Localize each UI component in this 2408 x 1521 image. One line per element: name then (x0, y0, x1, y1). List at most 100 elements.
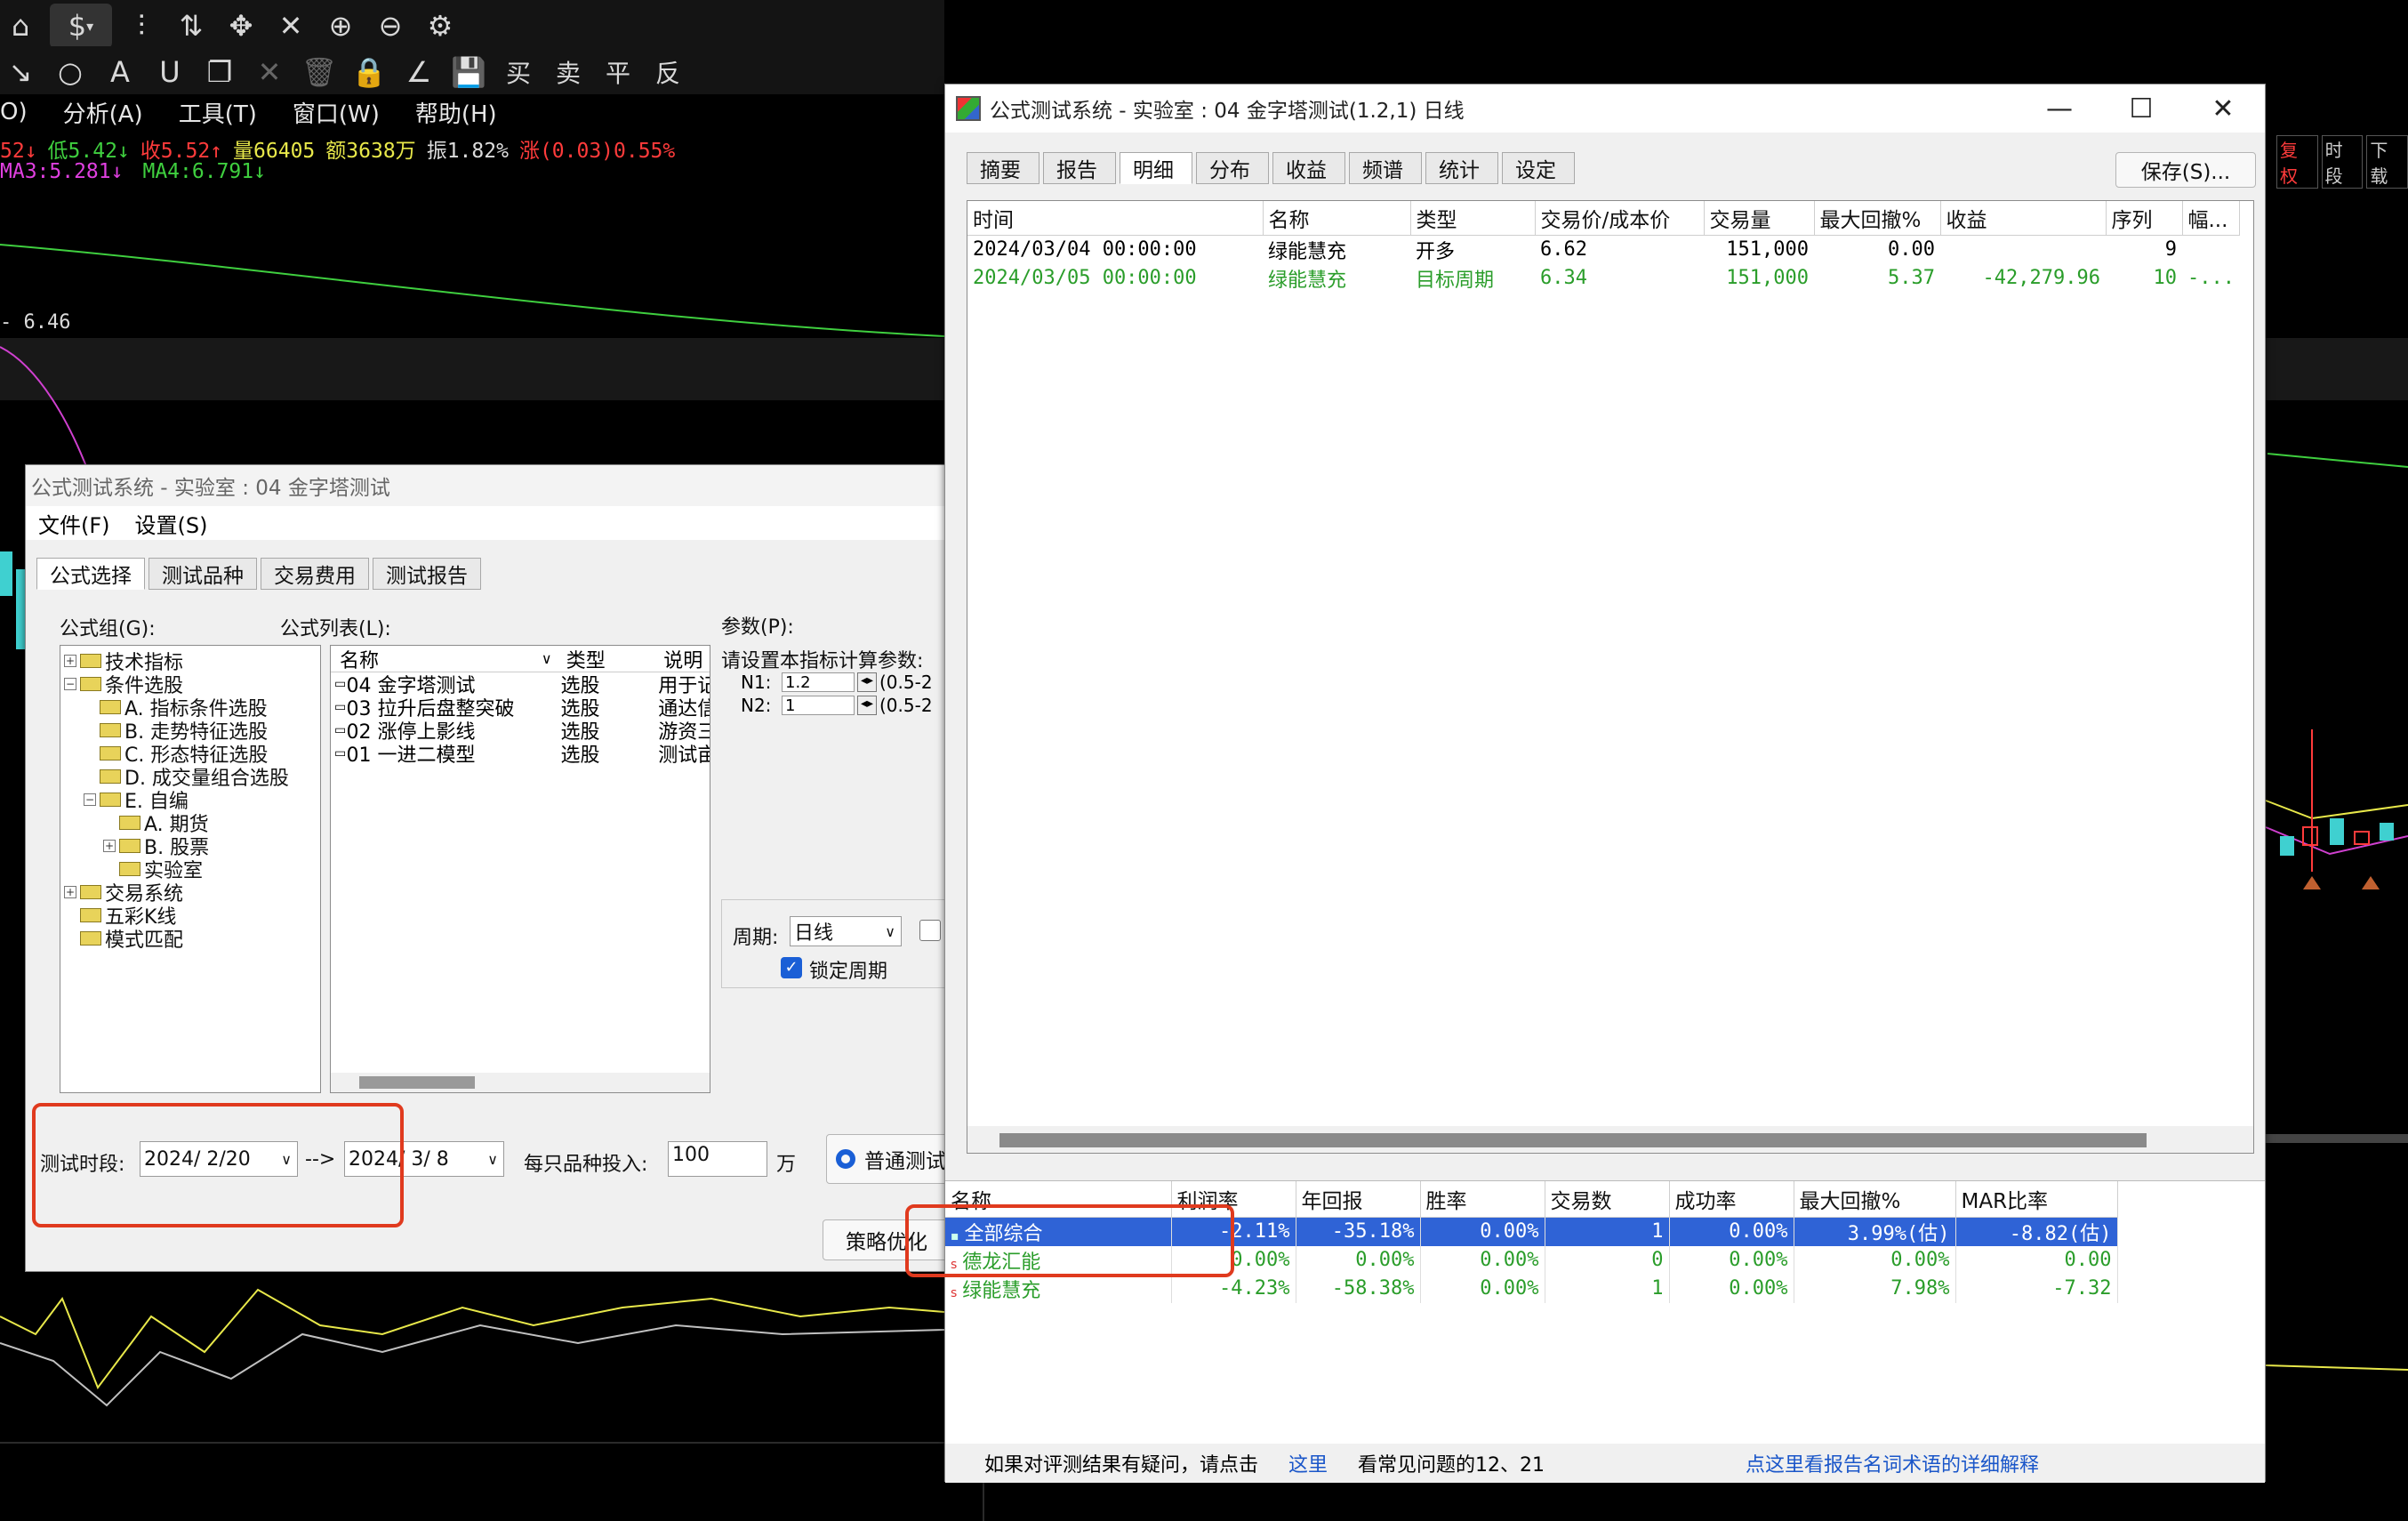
list-scrollbar[interactable] (331, 1073, 710, 1092)
summary-col-header[interactable]: 年回报 (1296, 1181, 1421, 1218)
circle-icon[interactable]: ○ (50, 50, 91, 94)
detail-col-header[interactable]: 交易价/成本价 (1535, 201, 1705, 236)
magnet-icon[interactable]: U (149, 50, 190, 94)
tree-item[interactable]: D. 成交量组合选股 (64, 765, 317, 790)
trade-reverse[interactable]: 反 (647, 50, 688, 94)
filter-icon[interactable]: ⫶ (121, 4, 162, 48)
tab-formula-select[interactable]: 公式选择 (36, 558, 145, 590)
summary-col-header[interactable]: 最大回撤% (1794, 1181, 1956, 1218)
file-menu[interactable]: 文件(F) (38, 508, 110, 539)
angle-icon[interactable]: ∠ (398, 50, 439, 94)
lock-period-checkbox[interactable]: ✓ (781, 957, 802, 978)
tab-trade-fees[interactable]: 交易费用 (261, 558, 369, 590)
trade-buy[interactable]: 买 (498, 50, 539, 94)
footer-link-here[interactable]: 这里 (1288, 1449, 1328, 1477)
table-row[interactable]: 2024/03/05 00:00:00 绿能慧充 目标周期 6.34 151,000 5.… (967, 264, 2239, 293)
zoom-out-icon[interactable]: ⊖ (370, 4, 411, 48)
expand-icon[interactable]: + (64, 655, 76, 667)
download-button[interactable]: 下载 (2366, 135, 2408, 189)
delete-icon[interactable]: ✕ (249, 50, 290, 94)
menu-window[interactable]: 窗口(W) (293, 96, 380, 129)
report-tab[interactable]: 分布 (1196, 152, 1269, 184)
list-item[interactable]: ▭01 一进二模型 选股 测试亩 (331, 742, 710, 767)
arrow-icon[interactable]: ↘ (0, 50, 41, 94)
invest-input[interactable]: 100 (668, 1141, 767, 1177)
detail-col-header[interactable]: 交易量 (1704, 201, 1815, 236)
table-row[interactable]: 2024/03/04 00:00:00 绿能慧充 开多 6.62 151,000 0.00… (967, 235, 2239, 264)
gear-icon[interactable]: ⚙ (420, 4, 461, 48)
cross-icon[interactable]: ✕ (270, 4, 311, 48)
minimize-icon[interactable]: — (2019, 84, 2099, 133)
save-icon[interactable]: 💾 (448, 50, 489, 94)
tab-test-varieties[interactable]: 测试品种 (148, 558, 257, 590)
tree-item[interactable]: + 技术指标 (64, 649, 317, 674)
fuquan-button[interactable]: 复权 (2276, 135, 2318, 189)
scrollbar-thumb[interactable] (999, 1133, 2147, 1147)
summary-col-header[interactable]: 交易数 (1545, 1181, 1670, 1218)
col-desc[interactable]: 说明 (651, 646, 710, 673)
expand-icon[interactable]: − (64, 678, 76, 690)
param-input[interactable]: 1.2 (782, 672, 855, 692)
sort-icon[interactable]: ⇅ (171, 4, 212, 48)
dollar-button[interactable]: $ ▾ (50, 4, 112, 48)
expand-icon[interactable]: − (84, 793, 96, 806)
shiduan-button[interactable]: 时段 (2321, 135, 2364, 189)
formula-group-tree[interactable]: + 技术指标 − 条件选股 A. 指标条件选股 B. 走势特征选股 C. 形态特征选股 D. … (60, 645, 321, 1093)
normal-test-radio[interactable]: 普通测试 (826, 1134, 951, 1184)
report-tab[interactable]: 摘要 (967, 152, 1039, 184)
detail-col-header[interactable]: 类型 (1410, 201, 1536, 236)
col-name[interactable]: 名称 (331, 646, 542, 673)
detail-col-header[interactable]: 名称 (1263, 201, 1411, 236)
extra-checkbox[interactable] (919, 920, 941, 941)
tab-test-report[interactable]: 测试报告 (373, 558, 481, 590)
trash-icon[interactable]: 🗑 (299, 50, 340, 94)
tree-item[interactable]: 实验室 (64, 857, 317, 882)
menu-item[interactable]: O) (0, 99, 28, 125)
summary-col-header[interactable]: MAR比率 (1955, 1181, 2118, 1218)
report-tab[interactable]: 设定 (1502, 152, 1575, 184)
move-icon[interactable]: ✥ (221, 4, 261, 48)
report-tab[interactable]: 频谱 (1349, 152, 1422, 184)
report-tab[interactable]: 明细 (1120, 152, 1192, 184)
save-button[interactable]: 保存(S)... (2115, 152, 2256, 188)
expand-icon[interactable]: + (64, 886, 76, 898)
detail-scrollbar[interactable] (967, 1126, 2253, 1153)
footer-link-glossary[interactable]: 点这里看报告名词术语的详细解释 (1746, 1449, 2039, 1477)
summary-value: -35.18% (1331, 1220, 1415, 1243)
zoom-in-icon[interactable]: ⊕ (320, 4, 361, 48)
period-select[interactable]: 日线 ∨ (790, 916, 902, 946)
text-icon[interactable]: A (100, 50, 140, 94)
summary-col-header[interactable]: 成功率 (1669, 1181, 1794, 1218)
settings-menu[interactable]: 设置(S) (135, 508, 208, 539)
tree-item[interactable]: 五彩K线 (64, 904, 317, 929)
detail-col-header[interactable]: 时间 (967, 201, 1264, 236)
trade-close[interactable]: 平 (598, 50, 638, 94)
copy-icon[interactable]: ❐ (199, 50, 240, 94)
tree-item[interactable]: 模式匹配 (64, 927, 317, 952)
menu-tools[interactable]: 工具(T) (179, 96, 257, 129)
maximize-icon[interactable]: ☐ (2101, 84, 2181, 133)
summary-col-header[interactable]: 胜率 (1420, 1181, 1545, 1218)
close-icon[interactable]: ✕ (2183, 84, 2263, 133)
report-tab[interactable]: 报告 (1043, 152, 1116, 184)
detail-col-header[interactable]: 收益 (1940, 201, 2107, 236)
scrollbar-thumb[interactable] (359, 1076, 475, 1089)
expand-icon[interactable]: + (103, 840, 116, 852)
menu-help[interactable]: 帮助(H) (415, 96, 497, 129)
trade-sell[interactable]: 卖 (548, 50, 589, 94)
menu-analysis[interactable]: 分析(A) (63, 96, 143, 129)
lock-icon[interactable]: 🔒 (349, 50, 389, 94)
detail-col-header[interactable]: 幅... (2182, 201, 2240, 236)
tree-item[interactable]: + 交易系统 (64, 881, 317, 905)
detail-col-header[interactable]: 最大回撤% (1814, 201, 1941, 236)
home-icon[interactable]: ⌂ (0, 4, 41, 48)
spin-icon[interactable]: ◂▸ (857, 696, 877, 715)
report-tab[interactable]: 收益 (1272, 152, 1345, 184)
param-input[interactable]: 1 (782, 696, 855, 715)
spin-icon[interactable]: ◂▸ (857, 672, 877, 692)
col-type[interactable]: 类型 (554, 646, 652, 673)
report-tab[interactable]: 统计 (1425, 152, 1498, 184)
detail-col-header[interactable]: 序列 (2106, 201, 2183, 236)
summary-row[interactable]: s 绿能慧充 -4.23% -58.38% 0.00% 1 0.00% 7.98% -7.32 (945, 1274, 2118, 1303)
formula-list[interactable]: 名称∨ 类型 说明 ▭04 金字塔测试选股用于记▭03 拉升后盘整突破选股通达信… (330, 645, 710, 1093)
